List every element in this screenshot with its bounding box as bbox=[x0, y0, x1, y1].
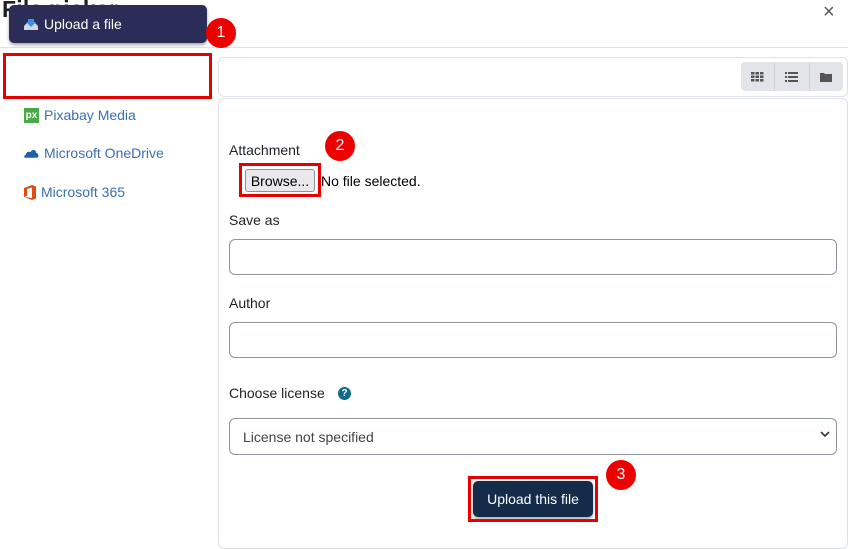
onedrive-icon bbox=[24, 150, 39, 158]
header-divider bbox=[0, 47, 848, 48]
upload-icon bbox=[24, 18, 38, 30]
list-view-button[interactable] bbox=[775, 62, 810, 91]
sidebar-item-upload-a-file[interactable]: Upload a file bbox=[9, 5, 207, 43]
sidebar-item-label: Microsoft 365 bbox=[41, 184, 126, 200]
list-icon bbox=[785, 71, 799, 82]
sidebar-item-pixabay-media[interactable]: px Pixabay Media bbox=[24, 107, 136, 123]
icons-view-button[interactable] bbox=[741, 62, 776, 91]
annotation-highlight-1 bbox=[3, 53, 212, 99]
pixabay-icon: px bbox=[24, 107, 39, 123]
close-icon[interactable]: × bbox=[823, 2, 835, 22]
help-icon[interactable]: ? bbox=[338, 387, 351, 400]
folder-icon bbox=[820, 72, 833, 82]
sidebar-item-label: Microsoft OneDrive bbox=[44, 145, 164, 161]
save-as-input[interactable] bbox=[229, 239, 837, 275]
author-input[interactable] bbox=[229, 322, 837, 358]
license-select[interactable]: License not specified bbox=[229, 418, 837, 455]
tree-view-button[interactable] bbox=[810, 62, 843, 91]
annotation-badge-2: 2 bbox=[325, 131, 355, 161]
save-as-label: Save as bbox=[229, 212, 280, 228]
sidebar-item-label: Pixabay Media bbox=[44, 107, 136, 123]
annotation-highlight-3 bbox=[468, 476, 598, 522]
view-toggle-group bbox=[741, 62, 843, 91]
office-icon bbox=[24, 184, 36, 200]
sidebar-item-microsoft-365[interactable]: Microsoft 365 bbox=[24, 184, 125, 200]
annotation-badge-3: 3 bbox=[606, 460, 636, 490]
annotation-badge-1: 1 bbox=[206, 18, 236, 48]
sidebar-item-label: Upload a file bbox=[44, 16, 122, 32]
chevron-down-icon bbox=[820, 431, 830, 438]
annotation-highlight-2 bbox=[239, 163, 321, 197]
grid-icon bbox=[751, 71, 764, 81]
attachment-label: Attachment bbox=[229, 142, 300, 158]
author-label: Author bbox=[229, 295, 271, 311]
license-selected-value: License not specified bbox=[243, 428, 374, 445]
license-label: Choose license bbox=[229, 385, 325, 401]
file-status-text: No file selected. bbox=[321, 173, 421, 189]
sidebar-item-microsoft-onedrive[interactable]: Microsoft OneDrive bbox=[24, 145, 164, 161]
